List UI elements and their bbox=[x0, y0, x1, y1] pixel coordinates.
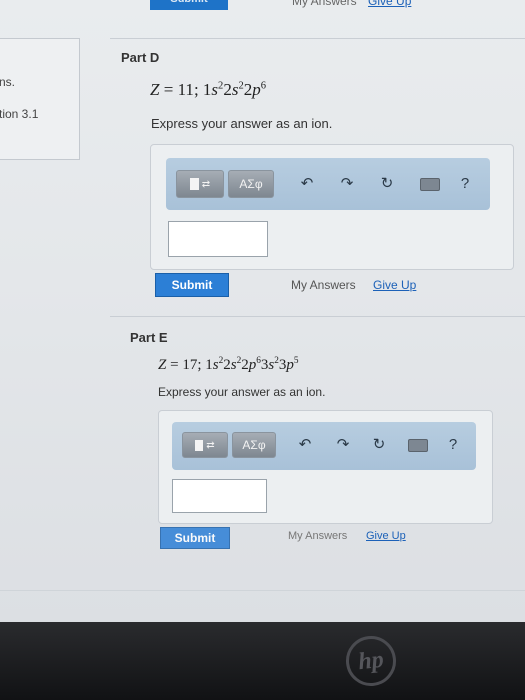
left-text-1: ns. bbox=[0, 75, 16, 89]
greek-symbols-button[interactable]: ΑΣφ bbox=[232, 432, 276, 458]
part-d-formula: Z = 11; 1s22s22p6 bbox=[150, 80, 266, 99]
part-d-give-up-link[interactable]: Give Up bbox=[373, 278, 416, 292]
left-text-2: tion 3.1 bbox=[0, 107, 39, 121]
part-d-answer-input[interactable] bbox=[168, 221, 268, 257]
template-icon[interactable]: ⇄ bbox=[176, 170, 224, 198]
part-e-my-answers-link[interactable]: My Answers bbox=[288, 530, 347, 542]
redo-icon[interactable]: ↷ bbox=[338, 174, 356, 192]
part-d-title: Part D bbox=[121, 50, 160, 65]
part-e-answer-input[interactable] bbox=[172, 479, 267, 513]
redo-icon[interactable]: ↷ bbox=[334, 435, 352, 453]
part-d-toolbar: ⇄ ΑΣφ ↶ ↷ ↻ ? bbox=[166, 158, 490, 210]
help-icon[interactable]: ? bbox=[456, 174, 474, 192]
orbital-n: 1 bbox=[205, 357, 213, 373]
part-e-z-value: 17 bbox=[182, 357, 198, 373]
top-submit-button[interactable]: Submit bbox=[150, 0, 228, 10]
part-d-z-value: 11 bbox=[177, 80, 194, 99]
reset-icon[interactable]: ↻ bbox=[378, 174, 396, 192]
part-d-my-answers-link[interactable]: My Answers bbox=[291, 278, 356, 292]
undo-icon[interactable]: ↶ bbox=[296, 435, 314, 453]
orbital-electrons: 6 bbox=[260, 80, 266, 92]
divider-top bbox=[110, 38, 525, 39]
template-icon[interactable]: ⇄ bbox=[182, 432, 228, 458]
part-e-prompt: Express your answer as an ion. bbox=[158, 385, 326, 399]
orbital-n: 2 bbox=[241, 357, 249, 373]
left-panel: ns. tion 3.1 bbox=[0, 38, 80, 160]
orbital-n: 2 bbox=[243, 80, 253, 99]
screen: Submit My Answers Give Up ns. tion 3.1 P… bbox=[0, 0, 525, 622]
part-d-submit-button[interactable]: Submit bbox=[155, 273, 229, 297]
top-my-answers-link[interactable]: My Answers bbox=[292, 0, 357, 8]
top-give-up-link[interactable]: Give Up bbox=[368, 0, 411, 8]
part-d-prompt: Express your answer as an ion. bbox=[151, 116, 333, 131]
part-e-title: Part E bbox=[130, 330, 168, 345]
divider-middle bbox=[110, 316, 525, 317]
part-e-give-up-link[interactable]: Give Up bbox=[366, 530, 406, 542]
part-e-toolbar: ⇄ ΑΣφ ↶ ↷ ↻ ? bbox=[172, 422, 476, 470]
help-icon[interactable]: ? bbox=[444, 435, 462, 453]
undo-icon[interactable]: ↶ bbox=[298, 174, 316, 192]
reset-icon[interactable]: ↻ bbox=[370, 435, 388, 453]
part-e-formula: Z = 17; 1s22s22p63s23p5 bbox=[158, 356, 299, 373]
part-d-configuration: 1s22s22p6 bbox=[203, 80, 266, 99]
keyboard-icon[interactable] bbox=[408, 439, 428, 452]
keyboard-icon[interactable] bbox=[420, 178, 440, 191]
orbital-n: 2 bbox=[223, 80, 232, 99]
top-links: My Answers Give Up bbox=[292, 0, 411, 8]
orbital-n: 2 bbox=[223, 357, 231, 373]
laptop-bezel bbox=[0, 622, 525, 700]
greek-symbols-button[interactable]: ΑΣφ bbox=[228, 170, 274, 198]
orbital-letter: p bbox=[286, 357, 294, 373]
part-e-submit-button[interactable]: Submit bbox=[160, 527, 230, 549]
orbital-letter: p bbox=[252, 80, 261, 99]
divider-bottom bbox=[0, 590, 525, 591]
orbital-electrons: 5 bbox=[293, 356, 299, 366]
part-e-configuration: 1s22s22p63s23p5 bbox=[205, 356, 299, 373]
